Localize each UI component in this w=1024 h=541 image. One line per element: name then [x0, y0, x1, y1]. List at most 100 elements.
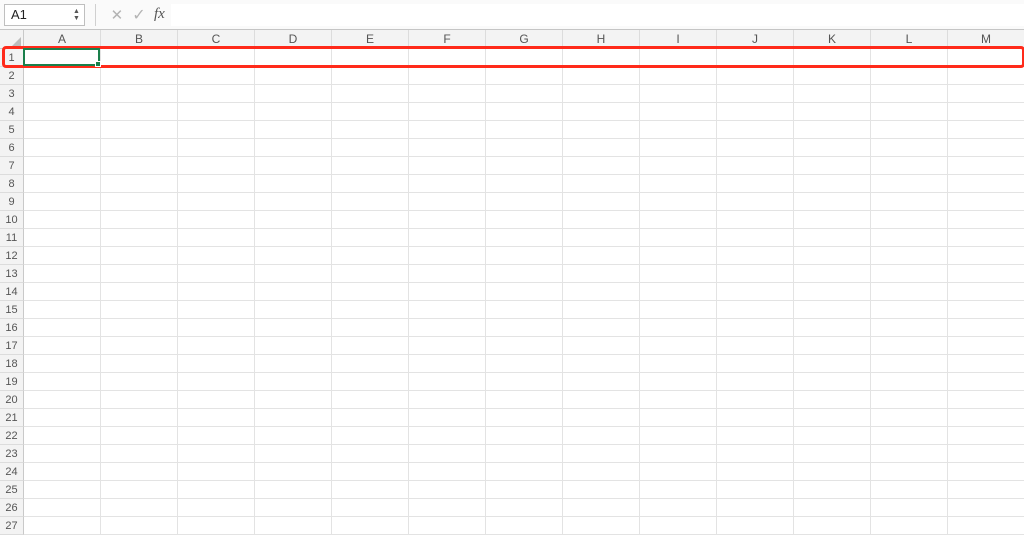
cell[interactable]: [24, 517, 101, 535]
cell[interactable]: [101, 517, 178, 535]
cell[interactable]: [178, 175, 255, 193]
cell[interactable]: [332, 247, 409, 265]
cell[interactable]: [24, 85, 101, 103]
cell[interactable]: [255, 175, 332, 193]
cell[interactable]: [794, 157, 871, 175]
cell[interactable]: [24, 319, 101, 337]
cell[interactable]: [794, 175, 871, 193]
cell[interactable]: [871, 409, 948, 427]
cell[interactable]: [255, 355, 332, 373]
cell[interactable]: [640, 319, 717, 337]
cell[interactable]: [178, 103, 255, 121]
column-header[interactable]: M: [948, 30, 1024, 49]
cell[interactable]: [640, 517, 717, 535]
row-header[interactable]: 20: [0, 391, 24, 409]
cell[interactable]: [794, 445, 871, 463]
cell[interactable]: [24, 193, 101, 211]
formula-input[interactable]: [171, 4, 1024, 26]
cell[interactable]: [563, 481, 640, 499]
column-header[interactable]: I: [640, 30, 717, 49]
cell[interactable]: [332, 445, 409, 463]
cell[interactable]: [871, 499, 948, 517]
row-header[interactable]: 7: [0, 157, 24, 175]
row-header[interactable]: 3: [0, 85, 24, 103]
cell[interactable]: [948, 409, 1024, 427]
cell[interactable]: [948, 499, 1024, 517]
cell[interactable]: [948, 301, 1024, 319]
cell[interactable]: [178, 301, 255, 319]
cell[interactable]: [717, 481, 794, 499]
cell[interactable]: [794, 427, 871, 445]
cell[interactable]: [871, 481, 948, 499]
cell[interactable]: [24, 265, 101, 283]
cell[interactable]: [24, 247, 101, 265]
cell[interactable]: [255, 103, 332, 121]
cell[interactable]: [409, 355, 486, 373]
cell[interactable]: [794, 301, 871, 319]
cell[interactable]: [948, 283, 1024, 301]
cell[interactable]: [794, 229, 871, 247]
cell[interactable]: [24, 49, 101, 67]
cell[interactable]: [794, 211, 871, 229]
cell[interactable]: [871, 463, 948, 481]
cell[interactable]: [640, 337, 717, 355]
cell[interactable]: [640, 229, 717, 247]
row-header[interactable]: 11: [0, 229, 24, 247]
cell[interactable]: [24, 481, 101, 499]
cell[interactable]: [563, 103, 640, 121]
column-header[interactable]: J: [717, 30, 794, 49]
row-header[interactable]: 16: [0, 319, 24, 337]
row-header[interactable]: 26: [0, 499, 24, 517]
cell[interactable]: [255, 301, 332, 319]
row-header[interactable]: 13: [0, 265, 24, 283]
cell[interactable]: [255, 283, 332, 301]
cell[interactable]: [332, 103, 409, 121]
cell[interactable]: [948, 265, 1024, 283]
cell[interactable]: [717, 139, 794, 157]
cell[interactable]: [640, 427, 717, 445]
cell[interactable]: [871, 175, 948, 193]
cell[interactable]: [563, 301, 640, 319]
cell[interactable]: [332, 337, 409, 355]
cell[interactable]: [640, 481, 717, 499]
cell[interactable]: [255, 427, 332, 445]
cell[interactable]: [24, 283, 101, 301]
cell[interactable]: [794, 49, 871, 67]
cell[interactable]: [871, 193, 948, 211]
cell[interactable]: [486, 229, 563, 247]
cell[interactable]: [486, 283, 563, 301]
cell[interactable]: [409, 211, 486, 229]
row-header[interactable]: 6: [0, 139, 24, 157]
cell[interactable]: [717, 265, 794, 283]
cell[interactable]: [717, 445, 794, 463]
cell[interactable]: [24, 211, 101, 229]
cell[interactable]: [563, 85, 640, 103]
cell[interactable]: [24, 409, 101, 427]
cell[interactable]: [717, 355, 794, 373]
cell[interactable]: [332, 481, 409, 499]
cell[interactable]: [24, 301, 101, 319]
cell[interactable]: [409, 391, 486, 409]
column-header[interactable]: H: [563, 30, 640, 49]
cell[interactable]: [948, 49, 1024, 67]
cell[interactable]: [640, 445, 717, 463]
row-header[interactable]: 4: [0, 103, 24, 121]
cell[interactable]: [871, 157, 948, 175]
row-header[interactable]: 24: [0, 463, 24, 481]
cell[interactable]: [717, 229, 794, 247]
cell[interactable]: [178, 517, 255, 535]
cell[interactable]: [101, 85, 178, 103]
cell[interactable]: [871, 67, 948, 85]
cell[interactable]: [794, 355, 871, 373]
cell[interactable]: [717, 463, 794, 481]
cell[interactable]: [178, 49, 255, 67]
cell[interactable]: [409, 67, 486, 85]
cell[interactable]: [948, 319, 1024, 337]
cell[interactable]: [409, 139, 486, 157]
cell[interactable]: [101, 229, 178, 247]
cell[interactable]: [640, 67, 717, 85]
cell[interactable]: [563, 427, 640, 445]
cell[interactable]: [871, 517, 948, 535]
cell[interactable]: [871, 337, 948, 355]
cell[interactable]: [101, 499, 178, 517]
